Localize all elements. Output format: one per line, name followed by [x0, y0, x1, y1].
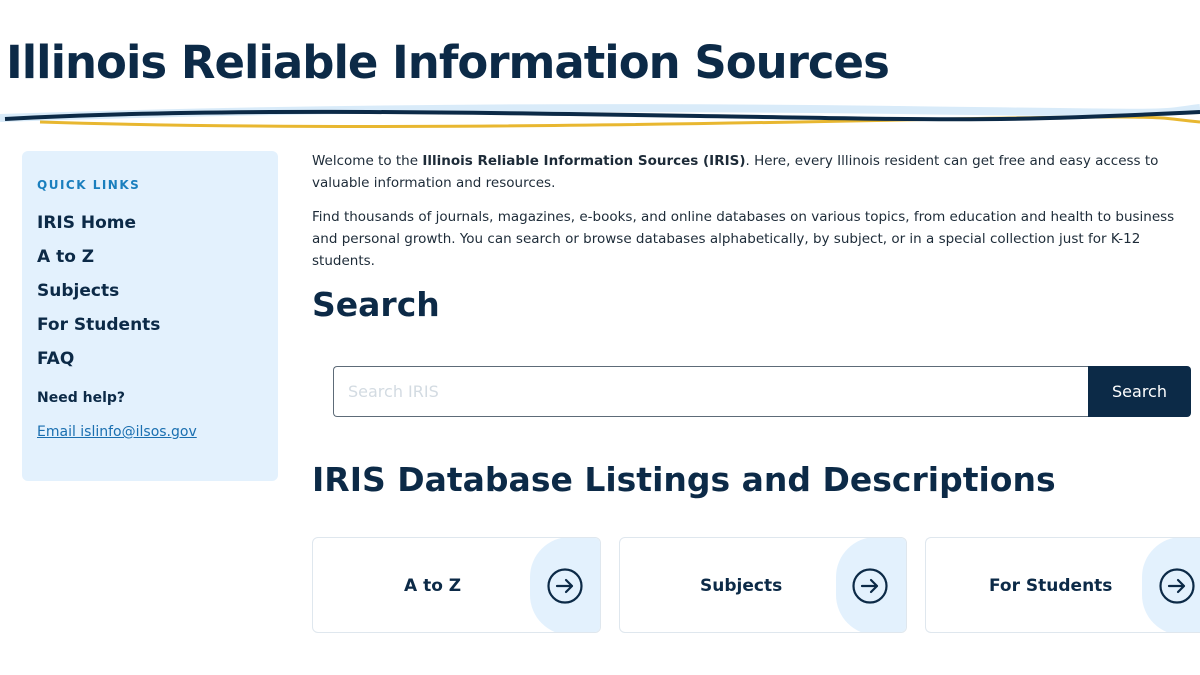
search-button[interactable]: Search [1088, 366, 1191, 417]
card-a-to-z[interactable]: A to Z [312, 537, 601, 633]
intro-paragraph-2: Find thousands of journals, magazines, e… [312, 209, 1175, 269]
need-help-heading: Need help? [37, 390, 126, 406]
quick-links-heading: QUICK LINKS [37, 178, 141, 192]
intro-paragraph-1: Welcome to the Illinois Reliable Informa… [312, 150, 1192, 194]
sidebar-item-for-students[interactable]: For Students [37, 308, 263, 342]
sidebar-item-a-to-z[interactable]: A to Z [37, 240, 263, 274]
card-for-students[interactable]: For Students [925, 537, 1200, 633]
search-input[interactable] [333, 366, 1088, 417]
sidebar-item-faq[interactable]: FAQ [37, 342, 263, 376]
page: Illinois Reliable Information Sources QU… [0, 0, 1200, 675]
listings-heading: IRIS Database Listings and Descriptions [312, 460, 1056, 499]
arrow-circle-right-icon[interactable] [1158, 567, 1196, 605]
card-label-a-to-z: A to Z [404, 576, 462, 596]
arrow-circle-right-icon[interactable] [546, 567, 584, 605]
card-subjects[interactable]: Subjects [619, 537, 907, 633]
quick-links-sidebar: QUICK LINKS IRIS Home A to Z Subjects Fo… [22, 151, 278, 481]
sidebar-item-subjects[interactable]: Subjects [37, 274, 263, 308]
search-heading: Search [312, 285, 440, 324]
header-wave-divider [0, 104, 1200, 128]
intro-text-bold: Illinois Reliable Information Sources (I… [422, 153, 746, 169]
site-title: Illinois Reliable Information Sources [6, 36, 890, 89]
intro-text-start: Welcome to the [312, 153, 423, 169]
email-help-link[interactable]: Email islinfo@ilsos.gov [37, 424, 197, 440]
card-label-subjects: Subjects [700, 576, 783, 596]
search-form: Search [333, 366, 1191, 417]
arrow-circle-right-icon[interactable] [851, 567, 889, 605]
card-label-for-students: For Students [989, 576, 1113, 596]
sidebar-item-iris-home[interactable]: IRIS Home [37, 206, 263, 240]
intro-section: Welcome to the Illinois Reliable Informa… [312, 150, 1192, 272]
